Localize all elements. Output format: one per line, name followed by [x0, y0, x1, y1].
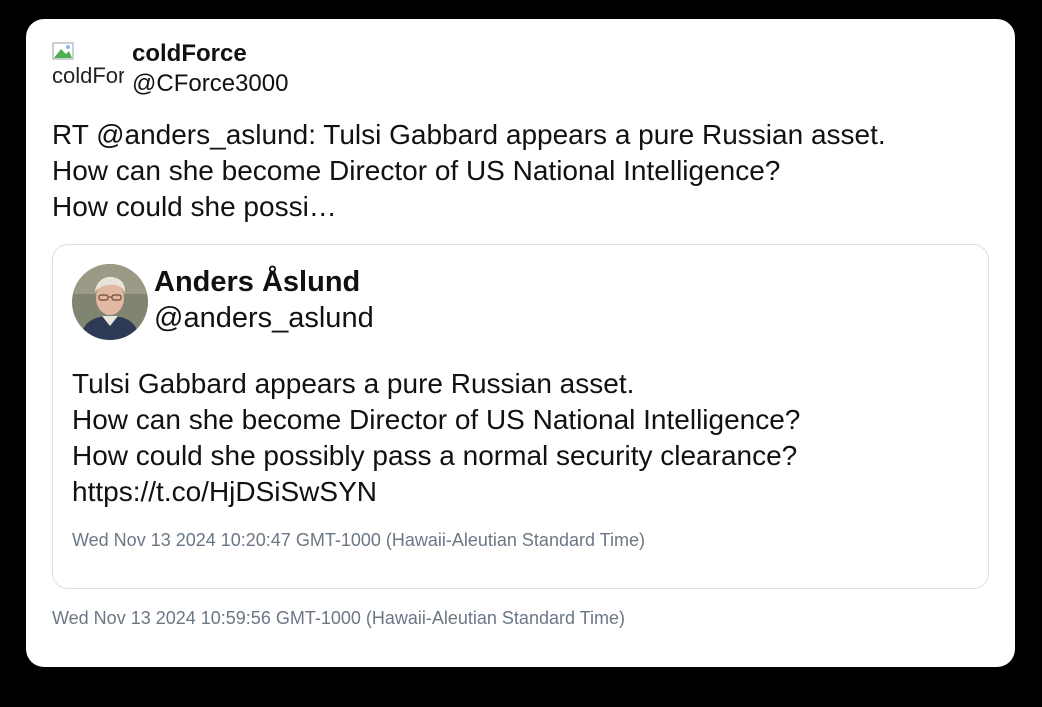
tweet-timestamp: Wed Nov 13 2024 10:59:56 GMT-1000 (Hawai…	[52, 608, 625, 628]
person-photo-icon	[72, 264, 148, 340]
tweet-card: coldForce coldForce @CForce3000 RT @ande…	[26, 19, 1015, 667]
quoted-tweet[interactable]: Anders Åslund @anders_aslund Tulsi Gabba…	[52, 244, 989, 589]
quoted-tweet-body: Tulsi Gabbard appears a pure Russian ass…	[72, 366, 800, 510]
tweet-text-line: RT @anders_aslund: Tulsi Gabbard appears…	[52, 119, 886, 150]
avatar[interactable]: coldForce	[52, 41, 124, 87]
author-display-name[interactable]: coldForce	[132, 40, 288, 68]
quoted-author-names: Anders Åslund @anders_aslund	[154, 265, 374, 335]
tweet-header: coldForce coldForce @CForce3000	[52, 40, 288, 98]
quoted-author-avatar[interactable]	[72, 264, 148, 340]
quoted-text-line: How can she become Director of US Nation…	[72, 404, 801, 435]
quoted-text-line: Tulsi Gabbard appears a pure Russian ass…	[72, 368, 635, 399]
avatar-alt-text: coldForce	[52, 63, 124, 87]
quoted-tweet-timestamp: Wed Nov 13 2024 10:20:47 GMT-1000 (Hawai…	[72, 530, 645, 550]
quoted-tweet-header: Anders Åslund @anders_aslund	[72, 264, 374, 340]
broken-image-icon	[52, 42, 74, 60]
quoted-author-handle[interactable]: @anders_aslund	[154, 301, 374, 335]
tweet-body: RT @anders_aslund: Tulsi Gabbard appears…	[52, 117, 992, 225]
quoted-tweet-link[interactable]: https://t.co/HjDSiSwSYN	[72, 474, 800, 510]
author-names: coldForce @CForce3000	[132, 40, 288, 98]
author-handle[interactable]: @CForce3000	[132, 70, 288, 98]
quoted-text-line: How could she possibly pass a normal sec…	[72, 440, 798, 471]
tweet-text-line: How could she possi…	[52, 191, 337, 222]
tweet-text-line: How can she become Director of US Nation…	[52, 155, 781, 186]
quoted-author-display-name[interactable]: Anders Åslund	[154, 265, 374, 299]
